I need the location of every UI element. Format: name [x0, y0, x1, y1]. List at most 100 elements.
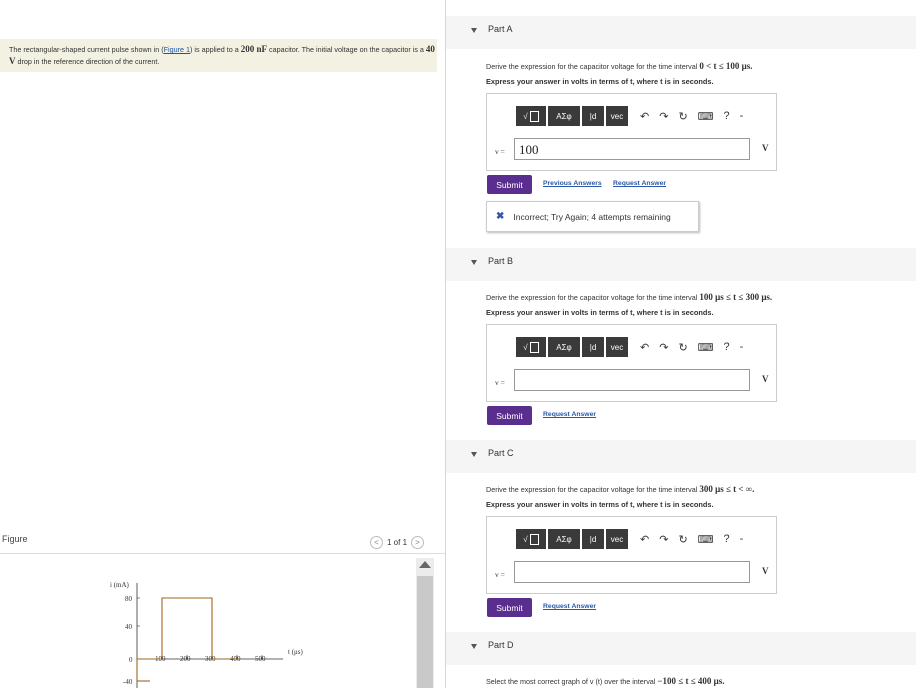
help-icon[interactable]: ?	[724, 341, 730, 353]
figure-label: Figure	[2, 534, 28, 544]
feedback-message: ✖ Incorrect; Try Again; 4 attempts remai…	[486, 201, 699, 232]
prev-figure-button[interactable]: <	[370, 535, 383, 549]
part-d-header[interactable]: Part D	[446, 632, 916, 665]
x-tick-label: 200	[180, 655, 191, 663]
subscript-button[interactable]: |d	[582, 106, 604, 126]
answer-box-b: √ ΑΣφ |d vec ↶ ↷ ↻ ⌨ ? - v =	[486, 324, 777, 402]
keyboard-icon[interactable]: ⌨	[698, 533, 714, 546]
answer-input-a[interactable]: 100	[514, 138, 750, 160]
undo-icon[interactable]: ↶	[640, 341, 649, 354]
v-label: v =	[495, 147, 505, 156]
symbols-button[interactable]: ΑΣφ	[548, 106, 580, 126]
part-b-header[interactable]: Part B	[446, 248, 916, 281]
request-answer-link-b[interactable]: Request Answer	[543, 411, 596, 418]
part-a-instructions: Express your answer in volts in terms of…	[486, 77, 714, 86]
keyboard-icon[interactable]: ⌨	[698, 110, 714, 123]
math-toolbar: √ ΑΣφ |d vec ↶ ↷ ↻ ⌨ ? -	[516, 105, 743, 127]
math-toolbar: √ ΑΣφ |d vec ↶ ↷ ↻ ⌨ ? -	[516, 336, 743, 358]
unit-label: V	[762, 374, 769, 384]
undo-icon[interactable]: ↶	[640, 533, 649, 546]
v-label: v =	[495, 378, 505, 387]
submit-button-c[interactable]: Submit	[487, 598, 532, 617]
answer-box-c: √ ΑΣφ |d vec ↶ ↷ ↻ ⌨ ? - v =	[486, 516, 777, 594]
part-a-header[interactable]: Part A	[446, 16, 916, 49]
more-icon[interactable]: -	[740, 341, 744, 353]
submit-button-b[interactable]: Submit	[487, 406, 532, 425]
redo-icon[interactable]: ↷	[659, 341, 668, 354]
help-icon[interactable]: ?	[724, 533, 730, 545]
part-d-question: Select the most correct graph of v (t) o…	[486, 676, 725, 686]
next-figure-button[interactable]: >	[411, 535, 425, 549]
interval: 300 μs ≤ t < ∞.	[699, 484, 755, 494]
part-d-title: Part D	[488, 640, 514, 650]
x-tick-label: 500	[255, 655, 266, 663]
part-b-question: Derive the expression for the capacitor …	[486, 292, 773, 302]
part-c-title: Part C	[488, 448, 514, 458]
more-icon[interactable]: -	[740, 533, 744, 545]
collapse-triangle-icon[interactable]	[471, 260, 477, 265]
part-b-instructions: Express your answer in volts in terms of…	[486, 308, 714, 317]
capacitance-value: 200 nF	[240, 44, 268, 54]
symbols-button[interactable]: ΑΣφ	[548, 337, 580, 357]
part-b-title: Part B	[488, 256, 514, 266]
answer-input-b[interactable]	[514, 369, 750, 391]
y-tick-label: 80	[125, 595, 133, 603]
answer-input-c[interactable]	[514, 561, 750, 583]
problem-text: capacitor. The initial voltage on the ca…	[269, 45, 424, 54]
part-a-question: Derive the expression for the capacitor …	[486, 61, 753, 71]
pulse-trace	[136, 597, 237, 681]
templates-button[interactable]: √	[516, 337, 546, 357]
reset-icon[interactable]: ↻	[678, 533, 687, 546]
request-answer-link-c[interactable]: Request Answer	[543, 603, 596, 610]
redo-icon[interactable]: ↷	[659, 533, 668, 546]
collapse-triangle-icon[interactable]	[471, 644, 477, 649]
interval: −100 ≤ t ≤ 400 μs.	[657, 676, 725, 686]
y-tick-label: 40	[125, 623, 133, 631]
feedback-text: Incorrect; Try Again; 4 attempts remaini…	[513, 211, 671, 222]
problem-text: drop in the reference direction of the c…	[17, 56, 160, 66]
undo-icon[interactable]: ↶	[640, 110, 649, 123]
unit-label: V	[762, 566, 769, 576]
vector-button[interactable]: vec	[606, 337, 628, 357]
part-c-question: Derive the expression for the capacitor …	[486, 484, 755, 494]
request-answer-link-a[interactable]: Request Answer	[613, 180, 666, 187]
templates-button[interactable]: √	[516, 529, 546, 549]
right-panel: Part A Derive the expression for the cap…	[446, 0, 916, 688]
problem-statement: The rectangular-shaped current pulse sho…	[0, 39, 437, 72]
incorrect-icon: ✖	[496, 211, 505, 222]
problem-text: ) is applied to a	[190, 45, 239, 54]
y-tick-label: 0	[129, 656, 133, 664]
part-c-header[interactable]: Part C	[446, 440, 916, 473]
collapse-triangle-icon[interactable]	[471, 28, 477, 33]
current-pulse-graph: i (mA) t (μs) 80 40 0 -40 100 200 300 40…	[110, 581, 304, 688]
help-icon[interactable]: ?	[724, 110, 730, 122]
figure-divider	[0, 553, 445, 554]
vector-button[interactable]: vec	[606, 529, 628, 549]
keyboard-icon[interactable]: ⌨	[698, 341, 714, 354]
subscript-button[interactable]: |d	[582, 337, 604, 357]
interval: 0 < t ≤ 100 μs.	[699, 61, 753, 71]
collapse-triangle-icon[interactable]	[471, 452, 477, 457]
submit-button-a[interactable]: Submit	[487, 175, 532, 194]
subscript-button[interactable]: |d	[582, 529, 604, 549]
reset-icon[interactable]: ↻	[678, 341, 687, 354]
symbols-button[interactable]: ΑΣφ	[548, 529, 580, 549]
v-label: v =	[495, 570, 505, 579]
figure-link[interactable]: Figure 1	[164, 45, 190, 54]
x-axis-label: t (μs)	[288, 648, 304, 656]
vector-button[interactable]: vec	[606, 106, 628, 126]
part-a-title: Part A	[488, 24, 513, 34]
interval: 100 μs ≤ t ≤ 300 μs.	[699, 292, 773, 302]
figure-pager: < 1 of 1 >	[370, 534, 425, 550]
part-c-instructions: Express your answer in volts in terms of…	[486, 500, 714, 509]
reset-icon[interactable]: ↻	[678, 110, 687, 123]
figure-scrollbar[interactable]	[416, 558, 434, 688]
templates-button[interactable]: √	[516, 106, 546, 126]
left-panel: The rectangular-shaped current pulse sho…	[0, 0, 445, 688]
redo-icon[interactable]: ↷	[659, 110, 668, 123]
previous-answers-link[interactable]: Previous Answers	[543, 180, 602, 187]
more-icon[interactable]: -	[740, 110, 744, 122]
math-toolbar: √ ΑΣφ |d vec ↶ ↷ ↻ ⌨ ? -	[516, 528, 743, 550]
scroll-thumb[interactable]	[417, 576, 433, 688]
scroll-up-arrow-icon[interactable]	[419, 561, 431, 568]
